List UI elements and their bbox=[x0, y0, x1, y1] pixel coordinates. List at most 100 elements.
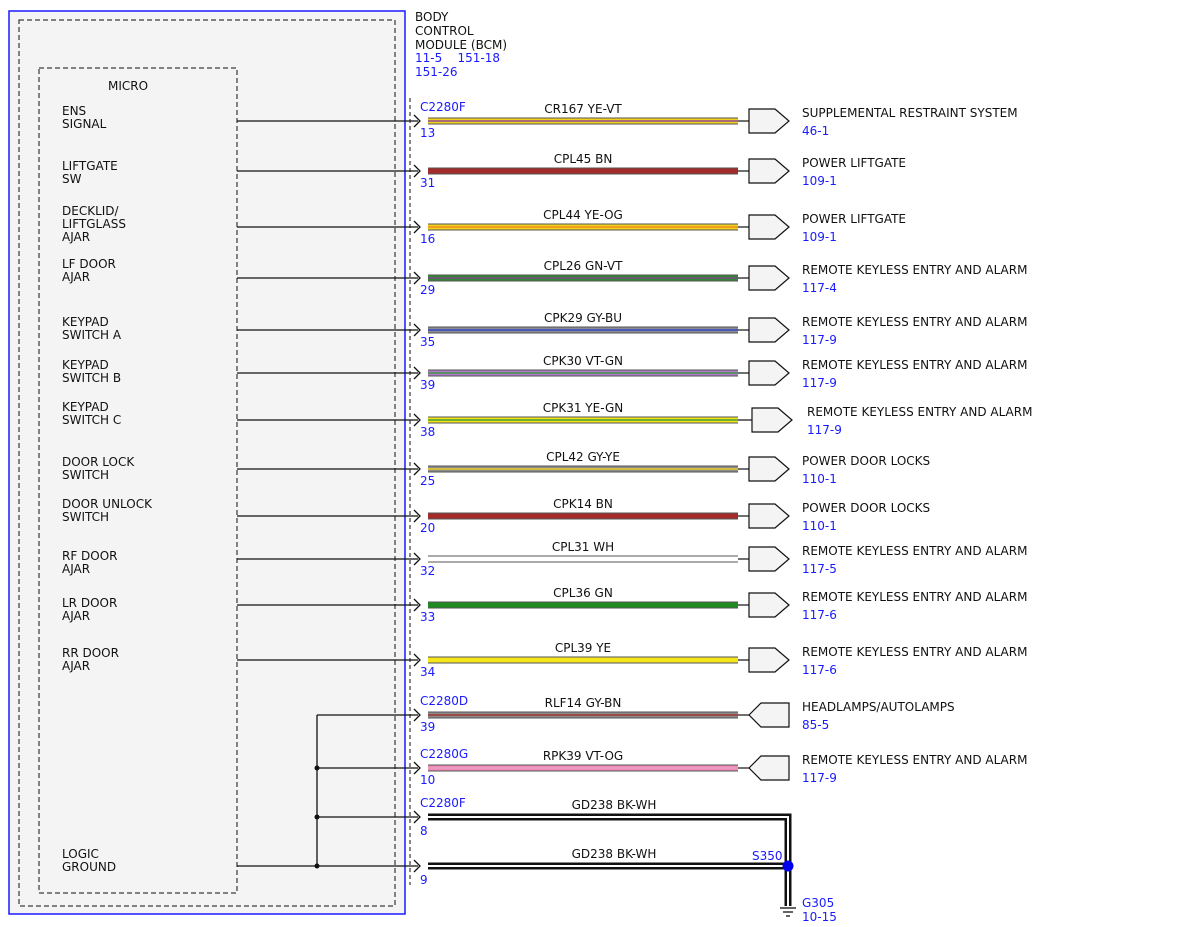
destination-label: REMOTE KEYLESS ENTRY AND ALARM bbox=[802, 590, 1027, 604]
wire-body bbox=[428, 602, 738, 608]
circuit-label: CPK14 BN bbox=[553, 497, 613, 511]
destination-connector bbox=[748, 214, 790, 240]
input-signal-label: KEYPAD bbox=[62, 400, 109, 414]
destination-page-ref: 85-5 bbox=[802, 718, 829, 732]
input-signal-label: LF DOOR bbox=[62, 257, 116, 271]
pin-number: 34 bbox=[420, 665, 435, 679]
wire-body bbox=[428, 556, 738, 562]
ground-point-label: G305 bbox=[802, 896, 834, 910]
destination-page-ref: 109-1 bbox=[802, 230, 837, 244]
circuit-label: CPL44 YE-OG bbox=[543, 208, 623, 222]
circuit-label: CR167 YE-VT bbox=[544, 102, 622, 116]
circuit-row: C2280G 10 RPK39 VT-OG REMOTE KEYLESS ENTRY … bbox=[413, 747, 1027, 787]
destination-connector bbox=[748, 546, 790, 572]
circuit-label: CPK30 VT-GN bbox=[543, 354, 623, 368]
pin-number: 29 bbox=[420, 283, 435, 297]
input-signal-label: DECKLID/ bbox=[62, 204, 120, 218]
destination-page-ref: 109-1 bbox=[802, 174, 837, 188]
destination-label: REMOTE KEYLESS ENTRY AND ALARM bbox=[807, 405, 1032, 419]
pin-number: 32 bbox=[420, 564, 435, 578]
input-signal-label: DOOR UNLOCK bbox=[62, 497, 153, 511]
micro-label: MICRO bbox=[108, 79, 148, 93]
input-signal-label: AJAR bbox=[62, 270, 90, 284]
circuit-label: CPK31 YE-GN bbox=[543, 401, 624, 415]
destination-label: POWER DOOR LOCKS bbox=[802, 501, 930, 515]
module-title-line: MODULE (BCM) bbox=[415, 38, 507, 52]
input-signal-label: DOOR LOCK bbox=[62, 455, 135, 469]
input-signal-label: SIGNAL bbox=[62, 117, 107, 131]
pin-number: 20 bbox=[420, 521, 435, 535]
input-signal-label: SWITCH B bbox=[62, 371, 121, 385]
circuit-label: CPL42 GY-YE bbox=[546, 450, 620, 464]
destination-page-ref: 117-9 bbox=[802, 376, 837, 390]
input-signal-label: LIFTGATE bbox=[62, 159, 118, 173]
destination-connector bbox=[748, 360, 790, 386]
input-signal-label: RF DOOR bbox=[62, 549, 118, 563]
pin-number: 31 bbox=[420, 176, 435, 190]
pin-number: 16 bbox=[420, 232, 435, 246]
circuit-label: GD238 BK-WH bbox=[572, 847, 657, 861]
destination-connector bbox=[748, 503, 790, 529]
wire-stripe bbox=[428, 226, 738, 228]
destination-page-ref: 117-6 bbox=[802, 663, 837, 677]
destination-connector bbox=[748, 265, 790, 291]
destination-page-ref: 117-9 bbox=[807, 423, 842, 437]
input-signal-label: AJAR bbox=[62, 230, 90, 244]
destination-label: POWER LIFTGATE bbox=[802, 156, 906, 170]
destination-label: SUPPLEMENTAL RESTRAINT SYSTEM bbox=[802, 106, 1018, 120]
destination-page-ref: 117-4 bbox=[802, 281, 837, 295]
input-signal-label: SWITCH C bbox=[62, 413, 121, 427]
pin-number: 33 bbox=[420, 610, 435, 624]
junction-dot bbox=[314, 863, 320, 869]
wire-stripe bbox=[428, 277, 738, 279]
circuit-label: RLF14 GY-BN bbox=[545, 696, 622, 710]
destination-page-ref: 110-1 bbox=[802, 519, 837, 533]
pin-number: 39 bbox=[420, 378, 435, 392]
destination-label: REMOTE KEYLESS ENTRY AND ALARM bbox=[802, 315, 1027, 329]
circuit-label: CPL39 YE bbox=[555, 641, 611, 655]
input-signal-label: KEYPAD bbox=[62, 315, 109, 329]
destination-page-ref: 117-9 bbox=[802, 333, 837, 347]
destination-connector bbox=[751, 407, 793, 433]
circuit-label: CPL31 WH bbox=[552, 540, 614, 554]
input-signal-label: ENS bbox=[62, 104, 86, 118]
input-signal-label: AJAR bbox=[62, 659, 90, 673]
destination-label: REMOTE KEYLESS ENTRY AND ALARM bbox=[802, 753, 1027, 767]
junction-dot bbox=[314, 765, 320, 771]
destination-connector bbox=[748, 456, 790, 482]
input-signal-label: LIFTGLASS bbox=[62, 217, 126, 231]
destination-connector bbox=[748, 647, 790, 673]
destination-page-ref: 117-6 bbox=[802, 608, 837, 622]
wire-stripe bbox=[428, 767, 738, 769]
junction-dot bbox=[314, 814, 320, 820]
destination-connector bbox=[748, 108, 790, 134]
circuit-label: RPK39 VT-OG bbox=[543, 749, 623, 763]
input-signal-label: SW bbox=[62, 172, 82, 186]
wire-stripe bbox=[428, 329, 738, 331]
input-signal-label: SWITCH bbox=[62, 468, 109, 482]
module-page-refs: 151-26 bbox=[415, 65, 458, 79]
pin-number: 8 bbox=[420, 824, 428, 838]
wiring-diagram: BODY CONTROL MODULE (BCM) 11-5 151-18 15… bbox=[8, 10, 1032, 924]
wire-stripe bbox=[428, 419, 738, 421]
pin-number: 35 bbox=[420, 335, 435, 349]
wire-stripe bbox=[428, 372, 738, 374]
destination-connector bbox=[748, 755, 790, 781]
destination-page-ref: 46-1 bbox=[802, 124, 829, 138]
input-signal-label: SWITCH A bbox=[62, 328, 122, 342]
input-signal-label: RR DOOR bbox=[62, 646, 119, 660]
wire-stripe bbox=[428, 468, 738, 470]
wire-stripe bbox=[428, 714, 738, 716]
destination-label: REMOTE KEYLESS ENTRY AND ALARM bbox=[802, 645, 1027, 659]
wire-body bbox=[428, 657, 738, 663]
circuit-label: CPL45 BN bbox=[554, 152, 613, 166]
connector-label: C2280F bbox=[420, 100, 466, 114]
destination-label: POWER LIFTGATE bbox=[802, 212, 906, 226]
input-signal-label: KEYPAD bbox=[62, 358, 109, 372]
input-signal-label: AJAR bbox=[62, 609, 90, 623]
destination-connector bbox=[748, 592, 790, 618]
wire-body bbox=[428, 513, 738, 519]
destination-label: REMOTE KEYLESS ENTRY AND ALARM bbox=[802, 358, 1027, 372]
pin-number: 9 bbox=[420, 873, 428, 887]
circuit-label: CPL26 GN-VT bbox=[544, 259, 623, 273]
